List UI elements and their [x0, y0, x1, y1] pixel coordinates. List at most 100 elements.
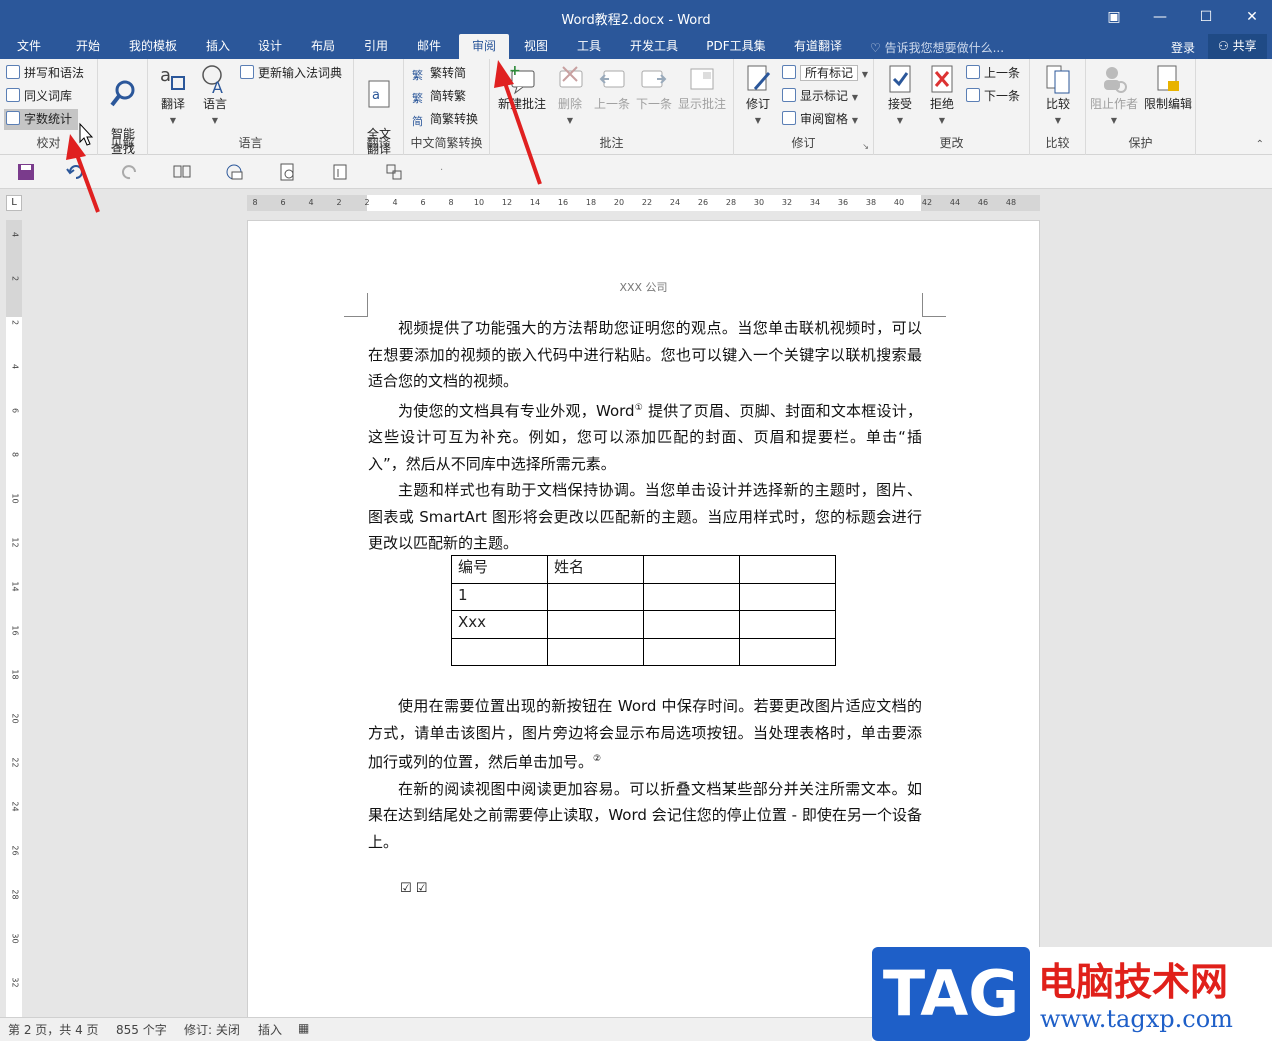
- macro-record-icon[interactable]: ▦: [298, 1021, 309, 1035]
- share-button[interactable]: ⚇ 共享: [1208, 34, 1267, 59]
- show-markup-button[interactable]: 显示标记 ▼: [782, 86, 858, 107]
- restrict-editing-button[interactable]: 限制编辑: [1142, 63, 1194, 112]
- table-cell[interactable]: 编号: [451, 555, 548, 584]
- tab-youdao-translate[interactable]: 有道翻译: [784, 34, 852, 59]
- save-icon[interactable]: [16, 163, 36, 181]
- reviewing-pane-button[interactable]: 审阅窗格 ▼: [782, 109, 858, 130]
- spelling-grammar-button[interactable]: 拼写和语法: [6, 63, 84, 84]
- tell-me-box[interactable]: ♡ 告诉我您想要做什么...: [870, 39, 1004, 56]
- redo-icon[interactable]: [120, 163, 140, 181]
- dialog-launcher-icon[interactable]: ↘: [862, 142, 869, 151]
- touch-mode-icon[interactable]: [330, 163, 350, 181]
- word-count-button[interactable]: 字数统计: [4, 109, 79, 130]
- chinese-conversion-button[interactable]: 简简繁转换: [412, 109, 478, 130]
- table-cell[interactable]: [643, 582, 740, 611]
- next-comment-button[interactable]: 下一条: [634, 63, 674, 112]
- table-cell[interactable]: Xxx: [451, 610, 548, 639]
- track-changes-button[interactable]: 修订 ▼: [738, 63, 778, 128]
- customize-toolbar-icon[interactable]: [384, 163, 404, 181]
- table-cell[interactable]: [451, 637, 548, 666]
- paragraph[interactable]: 使用在需要位置出现的新按钮在 Word 中保存时间。若要更改图片适应文档的方式，…: [368, 693, 922, 776]
- language-button[interactable]: A 语言 ▼: [196, 63, 234, 128]
- table-cell[interactable]: 姓名: [547, 555, 644, 584]
- next-change-button[interactable]: 下一条: [966, 86, 1020, 107]
- web-layout-icon[interactable]: [224, 163, 244, 181]
- tab-review[interactable]: 审阅: [459, 34, 509, 59]
- track-changes-status[interactable]: 修订: 关闭: [184, 1021, 240, 1038]
- table-cell[interactable]: [739, 555, 836, 584]
- collapse-ribbon-icon[interactable]: ⌃: [1256, 139, 1264, 150]
- checkbox-symbols[interactable]: ☑ ☑: [400, 881, 427, 896]
- document-translate-icon: a: [368, 80, 390, 108]
- table-cell[interactable]: 1: [451, 582, 548, 611]
- tab-layout[interactable]: 布局: [301, 34, 345, 59]
- footnote-mark[interactable]: ②: [593, 754, 601, 764]
- read-mode-icon[interactable]: [172, 163, 192, 181]
- ribbon-display-options-button[interactable]: ▣: [1100, 6, 1128, 28]
- simplified-to-traditional-button[interactable]: 繁简转繁: [412, 86, 466, 107]
- document-body-continued[interactable]: 使用在需要位置出现的新按钮在 Word 中保存时间。若要更改图片适应文档的方式，…: [368, 693, 922, 855]
- next-comment-icon: [641, 70, 667, 88]
- tab-design[interactable]: 设计: [248, 34, 292, 59]
- table-cell[interactable]: [643, 637, 740, 666]
- document-table[interactable]: 编号 姓名 1 Xxx: [451, 555, 836, 666]
- footnote-mark[interactable]: ①: [635, 403, 644, 413]
- update-ime-dictionary-button[interactable]: 更新输入法词典: [240, 63, 342, 84]
- compare-button[interactable]: 比较 ▼: [1038, 63, 1078, 128]
- table-cell[interactable]: [739, 610, 836, 639]
- delete-comment-button[interactable]: 删除 ▼: [550, 63, 590, 128]
- paragraph[interactable]: 主题和样式也有助于文档保持协调。当您单击设计并选择新的主题时，图片、图表或 Sm…: [368, 477, 922, 557]
- delete-label: 删除: [557, 97, 582, 111]
- horizontal-ruler[interactable]: 8 6 4 2 2 4 6 8 10 12 14 16 18 20 22 24 26 28 30 32 34 36 38 40…: [247, 195, 1040, 211]
- thesaurus-button[interactable]: 同义词库: [6, 86, 72, 107]
- table-cell[interactable]: [547, 610, 644, 639]
- tab-selector[interactable]: L: [6, 195, 22, 211]
- table-cell[interactable]: [643, 610, 740, 639]
- paragraph[interactable]: 为使您的文档具有专业外观，Word① 提供了页眉、页脚、封面和文本框设计，这些设…: [368, 395, 922, 478]
- tab-insert[interactable]: 插入: [196, 34, 240, 59]
- tab-references[interactable]: 引用: [354, 34, 398, 59]
- paragraph[interactable]: 视频提供了功能强大的方法帮助您证明您的观点。当您单击联机视频时，可以在想要添加的…: [368, 315, 922, 395]
- block-authors-button[interactable]: 阻止作者 ▼: [1088, 63, 1140, 128]
- markup-display-select[interactable]: 所有标记 ▼: [782, 63, 868, 84]
- show-comments-button[interactable]: 显示批注: [676, 63, 728, 112]
- reject-button[interactable]: 拒绝 ▼: [922, 63, 962, 128]
- undo-icon[interactable]: [66, 163, 86, 181]
- page-count-status[interactable]: 第 2 页，共 4 页: [8, 1021, 99, 1038]
- table-cell[interactable]: [739, 637, 836, 666]
- tab-my-templates[interactable]: 我的模板: [120, 34, 186, 59]
- table-cell[interactable]: [547, 582, 644, 611]
- tab-mailings[interactable]: 邮件: [407, 34, 451, 59]
- word-count-status[interactable]: 855 个字: [116, 1021, 167, 1038]
- previous-change-button[interactable]: 上一条: [966, 63, 1020, 84]
- paragraph[interactable]: 在新的阅读视图中阅读更加容易。可以折叠文档某些部分并关注所需文本。如果在达到结尾…: [368, 776, 922, 856]
- group-compare: 比较 ▼ 比较: [1030, 59, 1086, 155]
- table-cell[interactable]: [739, 582, 836, 611]
- ruler-tick-label: 4: [10, 231, 20, 238]
- document-body[interactable]: 视频提供了功能强大的方法帮助您证明您的观点。当您单击联机视频时，可以在想要添加的…: [368, 315, 922, 557]
- tab-file[interactable]: 文件: [6, 34, 52, 59]
- tab-view[interactable]: 视图: [514, 34, 558, 59]
- print-preview-icon[interactable]: [278, 163, 298, 181]
- traditional-to-simplified-button[interactable]: 繁繁转简: [412, 63, 466, 84]
- table-cell[interactable]: [643, 555, 740, 584]
- document-page[interactable]: XXX 公司 视频提供了功能强大的方法帮助您证明您的观点。当您单击联机视频时，可…: [247, 220, 1040, 1020]
- block-authors-label: 阻止作者: [1089, 97, 1138, 111]
- previous-comment-button[interactable]: 上一条: [592, 63, 632, 112]
- close-button[interactable]: ✕: [1238, 6, 1266, 28]
- translate-button[interactable]: a 翻译 ▼: [154, 63, 192, 128]
- ruler-tick-label: 2: [10, 319, 20, 326]
- vertical-ruler[interactable]: 4 2 2 4 6 8 10 12 14 16 18 20 22 24 26 28 30 32: [6, 220, 22, 1017]
- tab-developer[interactable]: 开发工具: [620, 34, 688, 59]
- new-comment-button[interactable]: + 新建批注: [496, 63, 548, 112]
- table-cell[interactable]: [547, 637, 644, 666]
- sign-in-link[interactable]: 登录: [1171, 39, 1195, 56]
- tab-pdf-tools[interactable]: PDF工具集: [697, 34, 775, 59]
- more-commands-icon[interactable]: ·: [440, 165, 443, 176]
- insert-mode-status[interactable]: 插入: [258, 1021, 282, 1038]
- minimize-button[interactable]: —: [1146, 6, 1174, 28]
- tab-home[interactable]: 开始: [64, 34, 112, 59]
- maximize-button[interactable]: ☐: [1192, 6, 1220, 28]
- accept-button[interactable]: 接受 ▼: [880, 63, 920, 128]
- tab-tools[interactable]: 工具: [567, 34, 611, 59]
